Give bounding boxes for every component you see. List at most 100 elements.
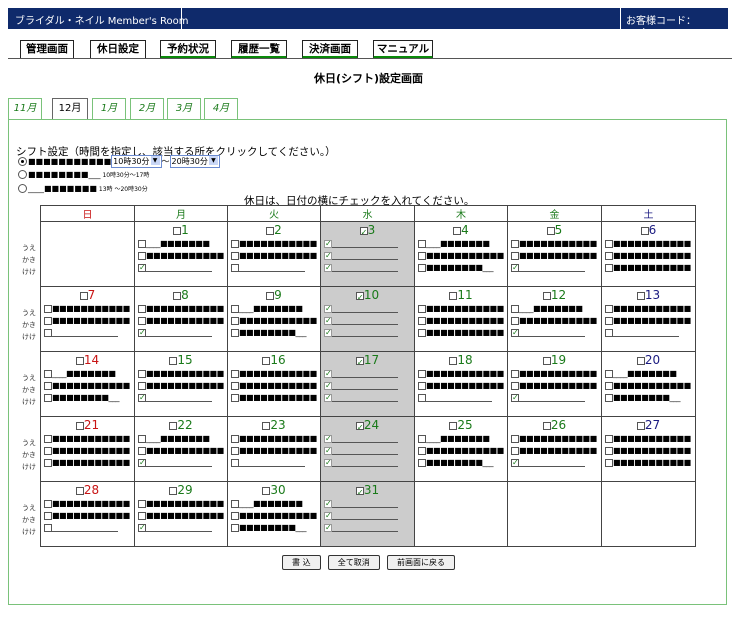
holiday-checkbox[interactable] xyxy=(266,291,275,300)
slot-checkbox[interactable] xyxy=(324,250,332,262)
holiday-checkbox[interactable] xyxy=(636,291,645,300)
shift-slot[interactable] xyxy=(321,510,414,522)
shift-slot[interactable]: ■■■■■■■■___ xyxy=(415,457,507,469)
shift-slot[interactable]: ■■■■■■■■■■■ xyxy=(228,315,320,327)
slot-checkbox[interactable] xyxy=(231,328,239,337)
holiday-checkbox[interactable] xyxy=(355,355,364,371)
shift-slot[interactable] xyxy=(602,327,695,339)
shift-slot[interactable]: ____■■■■■■■ xyxy=(415,433,507,445)
holiday-checkbox[interactable] xyxy=(262,356,271,365)
holiday-checkbox[interactable] xyxy=(169,421,178,430)
shift-slot[interactable] xyxy=(321,368,414,380)
shift-slot[interactable]: ■■■■■■■■■■■ xyxy=(602,380,695,392)
slot-checkbox[interactable] xyxy=(44,458,52,467)
slot-checkbox[interactable] xyxy=(418,251,426,260)
slot-checkbox[interactable] xyxy=(231,523,239,532)
shift-slot[interactable]: ■■■■■■■■■■■ xyxy=(135,250,227,262)
slot-checkbox[interactable] xyxy=(44,511,52,520)
slot-checkbox[interactable] xyxy=(138,381,146,390)
holiday-checkbox[interactable] xyxy=(173,226,182,235)
shift-slot[interactable] xyxy=(228,262,320,274)
shift-slot[interactable]: ■■■■■■■■■■■ xyxy=(228,433,320,445)
shift-slot[interactable] xyxy=(321,262,414,274)
slot-checkbox[interactable] xyxy=(231,499,239,508)
shift-slot[interactable]: ■■■■■■■■■■■ xyxy=(135,498,227,510)
shift-slot[interactable]: ■■■■■■■■■■■ xyxy=(41,457,134,469)
slot-checkbox[interactable] xyxy=(324,327,332,339)
shift-slot[interactable] xyxy=(135,522,227,534)
holiday-checkbox[interactable] xyxy=(355,290,364,306)
shift-slot[interactable] xyxy=(508,457,601,469)
holiday-checkbox[interactable] xyxy=(449,421,458,430)
write-button[interactable]: 書 込 xyxy=(282,555,321,570)
holiday-checkbox[interactable] xyxy=(75,356,84,365)
slot-checkbox[interactable] xyxy=(138,327,146,339)
shift-slot[interactable]: ■■■■■■■■■■■ xyxy=(135,303,227,315)
slot-checkbox[interactable] xyxy=(138,511,146,520)
holiday-checkbox[interactable] xyxy=(355,420,364,436)
shift-slot[interactable]: ____■■■■■■■ xyxy=(228,498,320,510)
month-tab-2[interactable]: 2月 xyxy=(130,98,164,119)
shift-slot[interactable]: ■■■■■■■■■■■ xyxy=(228,392,320,404)
slot-checkbox[interactable] xyxy=(44,381,52,390)
shift-slot[interactable]: ■■■■■■■■___ xyxy=(228,327,320,339)
slot-checkbox[interactable] xyxy=(511,327,519,339)
shift-slot[interactable] xyxy=(135,457,227,469)
shift-slot[interactable]: ____■■■■■■■ xyxy=(508,303,601,315)
slot-checkbox[interactable] xyxy=(231,381,239,390)
shift-slot[interactable]: ■■■■■■■■■■■ xyxy=(228,238,320,250)
slot-checkbox[interactable] xyxy=(324,368,332,380)
slot-checkbox[interactable] xyxy=(231,316,239,325)
slot-checkbox[interactable] xyxy=(511,457,519,469)
shift-slot[interactable]: ■■■■■■■■■■■ xyxy=(508,250,601,262)
tab-history[interactable]: 履歴一覧 xyxy=(231,40,287,59)
slot-checkbox[interactable] xyxy=(44,304,52,313)
slot-checkbox[interactable] xyxy=(138,316,146,325)
shift-slot[interactable] xyxy=(41,327,134,339)
shift-slot[interactable]: ____■■■■■■■ xyxy=(135,238,227,250)
slot-checkbox[interactable] xyxy=(511,239,519,248)
slot-checkbox[interactable] xyxy=(138,522,146,534)
shift-slot[interactable]: ■■■■■■■■■■■ xyxy=(415,250,507,262)
shift-slot[interactable]: ■■■■■■■■■■■ xyxy=(41,433,134,445)
slot-checkbox[interactable] xyxy=(231,393,239,402)
shift-slot[interactable]: ■■■■■■■■■■■ xyxy=(135,368,227,380)
month-tab-3[interactable]: 3月 xyxy=(167,98,201,119)
shift-slot[interactable] xyxy=(321,250,414,262)
shift-slot[interactable]: ■■■■■■■■■■■ xyxy=(602,250,695,262)
slot-checkbox[interactable] xyxy=(44,523,52,532)
slot-checkbox[interactable] xyxy=(418,434,426,443)
holiday-checkbox[interactable] xyxy=(359,225,368,241)
shift-slot[interactable] xyxy=(508,262,601,274)
holiday-checkbox[interactable] xyxy=(169,486,178,495)
slot-checkbox[interactable] xyxy=(231,458,239,467)
slot-checkbox[interactable] xyxy=(138,251,146,260)
slot-checkbox[interactable] xyxy=(231,511,239,520)
shift-slot[interactable]: ■■■■■■■■■■■ xyxy=(508,380,601,392)
shift-slot[interactable] xyxy=(321,327,414,339)
slot-checkbox[interactable] xyxy=(324,315,332,327)
shift-slot[interactable] xyxy=(321,433,414,445)
holiday-checkbox[interactable] xyxy=(262,486,271,495)
slot-checkbox[interactable] xyxy=(138,369,146,378)
shift-slot[interactable]: ■■■■■■■■■■■ xyxy=(41,303,134,315)
shift-slot[interactable]: ■■■■■■■■___ xyxy=(41,392,134,404)
holiday-checkbox[interactable] xyxy=(75,486,84,495)
slot-checkbox[interactable] xyxy=(44,434,52,443)
shift-slot[interactable]: ■■■■■■■■■■■ xyxy=(602,433,695,445)
slot-checkbox[interactable] xyxy=(418,304,426,313)
shift-slot[interactable]: ____■■■■■■■ xyxy=(415,238,507,250)
slot-checkbox[interactable] xyxy=(605,381,613,390)
shift-slot[interactable]: ■■■■■■■■■■■ xyxy=(415,327,507,339)
slot-checkbox[interactable] xyxy=(138,262,146,274)
shift-slot[interactable] xyxy=(41,522,134,534)
slot-checkbox[interactable] xyxy=(231,446,239,455)
shift-slot[interactable]: ■■■■■■■■■■■ xyxy=(508,445,601,457)
shift-slot[interactable]: ____■■■■■■■ xyxy=(602,368,695,380)
slot-checkbox[interactable] xyxy=(231,263,239,272)
slot-checkbox[interactable] xyxy=(324,457,332,469)
month-tab-4[interactable]: 4月 xyxy=(204,98,238,119)
shift-slot[interactable]: ■■■■■■■■■■■ xyxy=(415,368,507,380)
slot-checkbox[interactable] xyxy=(605,251,613,260)
slot-checkbox[interactable] xyxy=(44,393,52,402)
